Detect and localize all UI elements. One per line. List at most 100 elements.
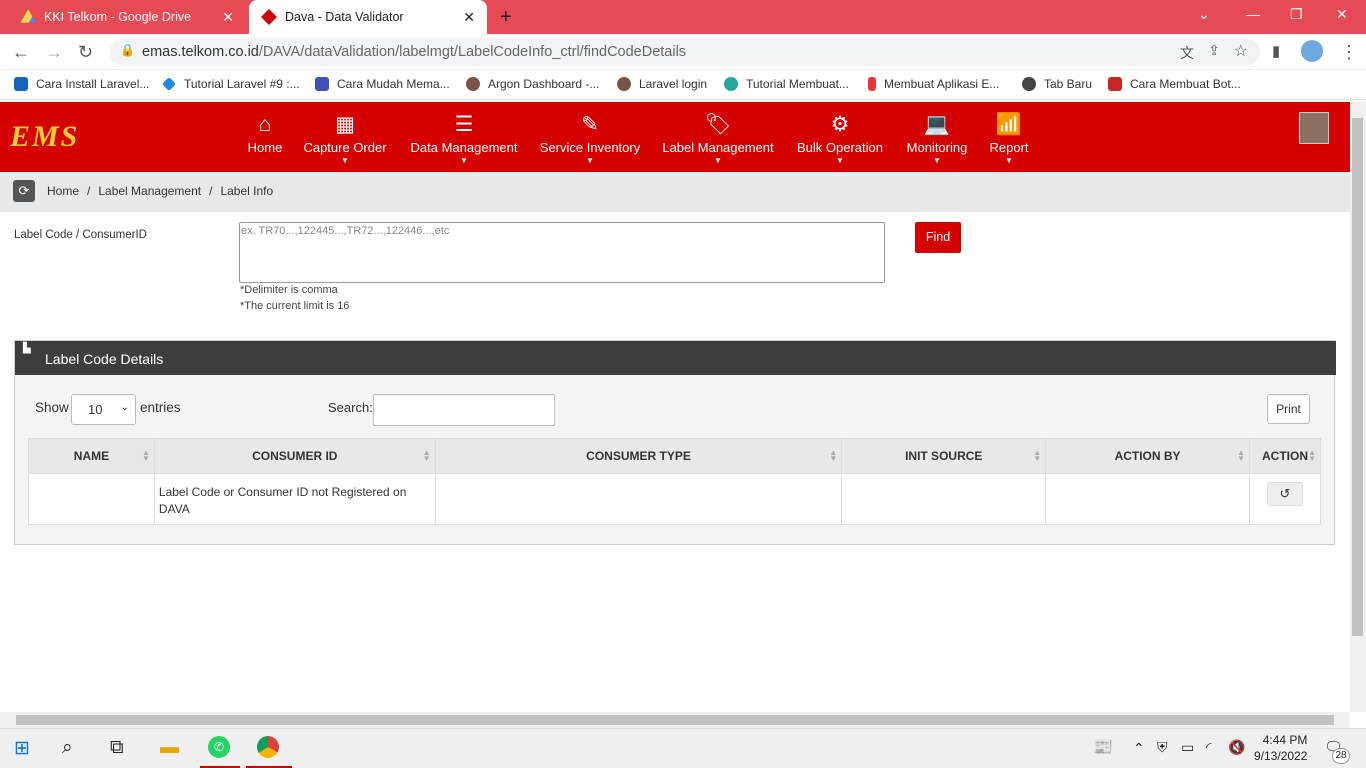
history-icon: ↺ [1279, 486, 1291, 501]
sort-icon: ▲ ▼ [1033, 448, 1042, 463]
col-consumer-id[interactable]: CONSUMER ID ▲ ▼ [153, 438, 436, 474]
bookmark-item[interactable]: Argon Dashboard -... [466, 77, 599, 91]
chevron-down-icon: ⌄ [120, 402, 129, 413]
search-label: Search: [328, 400, 373, 415]
reload-icon[interactable]: ↻ [78, 42, 93, 63]
nav-service-inventory[interactable]: ✎ Service Inventory ▼ [533, 112, 647, 165]
nav-report[interactable]: 📶 Report ▼ [986, 112, 1032, 165]
nav-monitoring[interactable]: 💻 Monitoring ▼ [900, 112, 974, 165]
search-input[interactable] [373, 394, 555, 426]
bookmark-item[interactable]: Membuat Aplikasi E... [868, 77, 999, 91]
forward-icon[interactable]: → [45, 42, 63, 63]
scrollbar-thumb[interactable] [16, 715, 1334, 725]
nav-bulk-operation[interactable]: ⚙ Bulk Operation ▼ [790, 112, 890, 165]
clock-date: 9/13/2022 [1254, 749, 1308, 763]
history-button[interactable]: ↺ [1266, 482, 1303, 506]
nav-data-management[interactable]: ☰ Data Management ▼ [404, 112, 524, 165]
cell-action-by [1045, 473, 1250, 525]
minimize-icon[interactable]: — [1246, 6, 1260, 22]
address-bar[interactable]: 🔒 emas.telkom.co.id/DAVA/dataValidation/… [110, 38, 1260, 66]
close-tab-icon[interactable]: ✕ [463, 9, 475, 26]
bar-chart-icon: ▙ [23, 343, 31, 354]
breadcrumb-home[interactable]: Home [47, 184, 79, 198]
news-widget-icon[interactable]: 📰 [1093, 737, 1113, 757]
tab-dava[interactable]: Dava - Data Validator ✕ [249, 0, 487, 34]
horizontal-scrollbar[interactable] [0, 712, 1350, 728]
bookmark-item[interactable]: Tutorial Laravel #9 :... [162, 77, 300, 91]
share-icon[interactable]: ⇪ [1208, 42, 1220, 59]
table-row: Label Code or Consumer ID not Registered… [28, 473, 1322, 525]
tab-search-icon[interactable]: ⌄ [1198, 6, 1210, 23]
chevron-up-icon[interactable]: ⌃ [1133, 740, 1145, 757]
browser-tab-strip: KKI Telkom - Google Drive ✕ Dava - Data … [0, 0, 1366, 34]
whatsapp-icon[interactable]: ✆ [208, 736, 230, 758]
dava-favicon-icon [261, 9, 277, 25]
breadcrumb-bar: ⟳ Home / Label Management / Label Info [0, 172, 1350, 212]
ems-logo[interactable]: EMS [10, 120, 79, 154]
sort-icon: ▲ ▼ [141, 448, 150, 463]
notification-badge: 28 [1332, 748, 1350, 764]
close-window-icon[interactable]: ✕ [1336, 6, 1348, 23]
sort-icon: ▲ ▼ [1308, 448, 1316, 463]
label-code-details-panel: ▙ Label Code Details Show 10 ⌄ entries S… [14, 340, 1336, 545]
refresh-icon[interactable]: ⟳ [13, 180, 35, 202]
entries-select[interactable]: 10 ⌄ [71, 394, 136, 425]
scrollbar-thumb[interactable] [1352, 118, 1363, 636]
nav-home[interactable]: ⌂ Home [243, 112, 287, 155]
label-code-table: NAME ▲ ▼ CONSUMER ID ▲ ▼ CONSUMER TYPE ▲ ▼ INI… [28, 438, 1322, 525]
chrome-icon[interactable] [257, 736, 279, 758]
signal-icon: 📶 [995, 113, 1023, 136]
col-init-source[interactable]: INIT SOURCE ▲ ▼ [841, 438, 1047, 474]
breadcrumb-label-management[interactable]: Label Management [98, 184, 201, 198]
new-tab-icon[interactable]: + [500, 6, 512, 29]
bookmark-item[interactable]: Tab Baru [1022, 77, 1092, 91]
caret-down-icon: ▼ [714, 156, 722, 165]
lock-icon: 🔒 [120, 43, 135, 57]
col-action[interactable]: ACTION ▲ ▼ [1248, 438, 1322, 474]
bookmarks-bar: Cara Install Laravel... Tutorial Laravel… [0, 70, 1366, 100]
back-icon[interactable]: ← [12, 42, 30, 63]
caret-down-icon: ▼ [460, 156, 468, 165]
close-tab-icon[interactable]: ✕ [222, 9, 234, 26]
col-name[interactable]: NAME ▲ ▼ [28, 438, 155, 474]
laptop-icon: 💻 [923, 113, 951, 136]
google-drive-icon [20, 9, 36, 23]
translate-icon[interactable]: 文 [1180, 43, 1194, 63]
bookmark-item[interactable]: Tutorial Membuat... [724, 77, 849, 91]
windows-start-icon[interactable]: ⊞ [14, 737, 30, 760]
col-consumer-type[interactable]: CONSUMER TYPE ▲ ▼ [434, 438, 843, 474]
user-avatar[interactable] [1299, 112, 1329, 144]
find-button[interactable]: Find [915, 222, 961, 253]
col-action-by[interactable]: ACTION BY ▲ ▼ [1045, 438, 1250, 474]
gears-icon: ⚙ [830, 113, 850, 136]
side-panel-icon[interactable]: ▮ [1272, 42, 1280, 60]
app-header: EMS ⌂ Home ▦ Capture Order ▼ ☰ Data Mana… [0, 102, 1350, 172]
print-button[interactable]: Print [1267, 394, 1310, 424]
bookmark-item[interactable]: Laravel login [617, 77, 707, 91]
restore-icon[interactable]: ❐ [1290, 6, 1303, 23]
url-text: emas.telkom.co.id/DAVA/dataValidation/la… [142, 44, 687, 60]
file-explorer-icon[interactable]: ▬ [160, 737, 179, 759]
tab-google-drive[interactable]: KKI Telkom - Google Drive ✕ [8, 0, 246, 34]
search-icon[interactable]: ⌕ [62, 737, 73, 759]
security-icon[interactable]: ⛨ [1157, 739, 1168, 756]
nav-label-management[interactable]: 🏷 Label Management ▼ [656, 112, 780, 165]
bookmark-item[interactable]: Cara Mudah Mema... [315, 77, 450, 91]
battery-icon[interactable]: ▭ [1181, 739, 1194, 756]
bookmark-item[interactable]: Cara Install Laravel... [14, 77, 149, 91]
bookmark-item[interactable]: Cara Membuat Bot... [1108, 77, 1241, 91]
cell-consumer-id: Label Code or Consumer ID not Registered… [153, 473, 436, 525]
profile-avatar[interactable] [1301, 40, 1323, 62]
vertical-scrollbar[interactable] [1350, 102, 1366, 712]
task-view-icon[interactable]: ⧉ [110, 737, 124, 759]
speaker-muted-icon[interactable]: 🔇 [1228, 739, 1245, 756]
bookmark-star-icon[interactable]: ☆ [1234, 41, 1248, 61]
label-code-textarea[interactable]: ex. TR70...,122445...,TR72...,122446...,… [239, 222, 885, 283]
cell-consumer-type [434, 473, 843, 525]
caret-down-icon: ▼ [586, 156, 594, 165]
clock[interactable]: 4:44 PM 9/13/2022 [1254, 732, 1307, 764]
wifi-icon[interactable]: ◜ [1206, 739, 1211, 756]
menu-icon[interactable]: ⋮ [1340, 42, 1358, 63]
nav-capture-order[interactable]: ▦ Capture Order ▼ [298, 112, 392, 165]
limit-hint: *The current limit is 16 [240, 300, 350, 312]
